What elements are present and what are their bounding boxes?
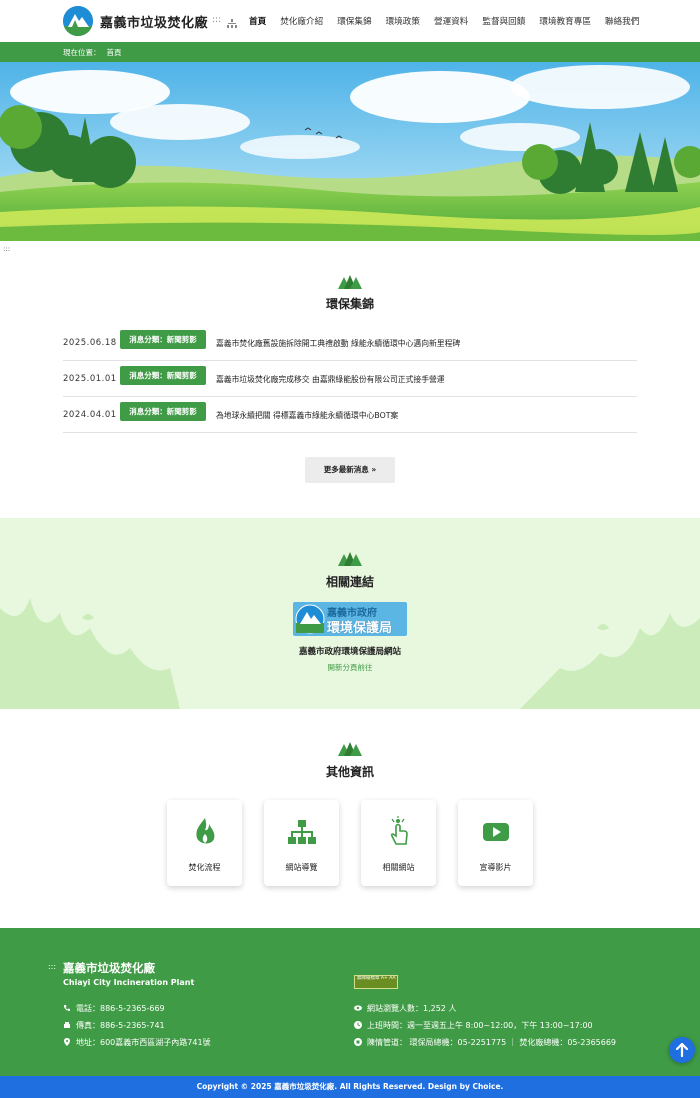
breadcrumb: 現在位置： 首頁 <box>63 47 128 58</box>
main-nav: 首頁 焚化廠介紹 環保集錦 環境政策 營運資料 監督與回饋 環境教育專區 聯絡我… <box>249 15 653 27</box>
epb-website-logo-link[interactable]: 嘉義市政府 環境保護局 <box>293 602 407 636</box>
footer-phone-text: 電話：886-5-2365-669 <box>76 1004 165 1013</box>
news-title-link[interactable]: 嘉義市焚化廠舊設施拆除開工典禮啟動 綠能永續循環中心邁向新里程碑 <box>216 338 460 349</box>
nav-env-education[interactable]: 環境教育專區 <box>539 15 591 27</box>
sitemap-icon <box>288 820 316 844</box>
news-section-title: 環保集錦 <box>325 297 374 311</box>
mountain-icon <box>338 275 362 289</box>
card-promo-videos[interactable]: 宣導影片 <box>458 800 533 886</box>
phone-circle-icon <box>354 1038 362 1046</box>
accesskey-footer[interactable]: ::: <box>48 962 56 971</box>
news-category-badge: 消息分類：新聞剪影 <box>120 330 206 349</box>
clock-icon <box>354 1021 362 1029</box>
nav-supervision-feedback[interactable]: 監督與回饋 <box>482 15 525 27</box>
nav-operation-data[interactable]: 營運資料 <box>434 15 468 27</box>
card-incineration-process[interactable]: 焚化流程 <box>167 800 242 886</box>
footer-hours: 上班時間：週一至週五上午 8:00~12:00，下午 13:00~17:00 <box>354 1020 593 1031</box>
eye-icon <box>354 1005 362 1011</box>
nav-plant-intro[interactable]: 焚化廠介紹 <box>280 15 323 27</box>
news-item[interactable]: 2025.06.18 消息分類：新聞剪影 嘉義市焚化廠舊設施拆除開工典禮啟動 綠… <box>63 325 637 361</box>
epb-logo-line2: 環境保護局 <box>327 621 393 636</box>
news-date: 2025.06.18 <box>63 338 117 348</box>
news-date: 2025.01.01 <box>63 374 117 384</box>
breadcrumb-bar: 現在位置： 首頁 <box>0 42 700 62</box>
card-label: 網站導覽 <box>285 863 318 872</box>
site-header: 嘉義市垃圾焚化廠 ::: 首頁 焚化廠介紹 環保集錦 環境政策 營運資料 監督與… <box>0 0 700 42</box>
nav-contact[interactable]: 聯絡我們 <box>605 15 639 27</box>
back-to-top-button[interactable] <box>669 1037 695 1063</box>
nav-eco-highlights[interactable]: 環保集錦 <box>337 15 371 27</box>
related-section-title: 相關連結 <box>325 575 374 589</box>
news-title-link[interactable]: 嘉義市垃圾焚化廠完成移交 由嘉鼎綠能股份有限公司正式接手營運 <box>216 374 445 385</box>
copyright-bar: Copyright © 2025 嘉義市垃圾焚化廠. All Rights Re… <box>0 1076 700 1098</box>
footer-phone: 電話：886-5-2365-669 <box>63 1003 165 1014</box>
news-title-link[interactable]: 為地球永續把關 得標嘉義市綠能永續循環中心BOT案 <box>216 410 398 421</box>
footer-fax-text: 傳真：886-5-2365-741 <box>76 1021 165 1030</box>
card-label: 相關網站 <box>382 863 415 872</box>
phone-icon <box>64 1005 70 1011</box>
nav-env-policy[interactable]: 環境政策 <box>386 15 420 27</box>
card-label: 焚化流程 <box>188 863 221 872</box>
epb-logo-icon <box>295 604 325 634</box>
footer-hours-text: 上班時間：週一至週五上午 8:00~12:00，下午 13:00~17:00 <box>367 1021 593 1030</box>
epb-link-note: 開新分頁前往 <box>327 663 373 672</box>
nav-home[interactable]: 首頁 <box>249 15 266 27</box>
footer-visitors: 網站瀏覽人數：1,252 人 <box>354 1003 456 1014</box>
epb-link-name[interactable]: 嘉義市政府環境保護局網站 <box>0 645 700 657</box>
sitemap-icon[interactable] <box>227 14 237 28</box>
breadcrumb-prefix: 現在位置： <box>63 48 101 57</box>
footer-fax: 傳真：886-5-2365-741 <box>63 1020 165 1031</box>
news-item[interactable]: 2024.04.01 消息分類：新聞剪影 為地球永續把關 得標嘉義市綠能永續循環… <box>63 397 637 433</box>
news-date: 2024.04.01 <box>63 410 117 420</box>
card-related-sites[interactable]: 相關網站 <box>361 800 436 886</box>
card-site-map[interactable]: 網站導覽 <box>264 800 339 886</box>
arrow-up-icon <box>675 1042 689 1058</box>
hero-banner <box>0 62 700 241</box>
touch-icon <box>390 816 408 845</box>
fax-icon <box>64 1022 70 1028</box>
footer-address: 地址：600嘉義市西區湖子內路741號 <box>63 1037 211 1048</box>
site-logo-icon[interactable] <box>63 6 93 36</box>
more-news-button[interactable]: 更多最新消息 » <box>305 457 395 483</box>
accessibility-badge[interactable]: 無障礙標章 A+ AA <box>354 975 398 989</box>
footer-complaint-text: 陳情管道： 環保局總機：05-2251775 ｜ 焚化廠總機：05-236566… <box>367 1038 617 1047</box>
accesskey-content[interactable]: ::: <box>3 245 10 253</box>
news-category-badge: 消息分類：新聞剪影 <box>120 366 206 385</box>
site-footer: ::: 嘉義市垃圾焚化廠 Chiayi City Incineration Pl… <box>0 928 700 1076</box>
other-info-section-title: 其他資訊 <box>325 765 374 779</box>
location-pin-icon <box>64 1038 70 1046</box>
footer-subtitle: Chiayi City Incineration Plant <box>63 978 195 987</box>
footer-address-text: 地址：600嘉義市西區湖子內路741號 <box>76 1038 211 1047</box>
footer-complaint: 陳情管道： 環保局總機：05-2251775 ｜ 焚化廠總機：05-236566… <box>354 1037 616 1048</box>
news-category-badge: 消息分類：新聞剪影 <box>120 402 206 421</box>
card-label: 宣導影片 <box>479 863 512 872</box>
flame-icon <box>196 818 215 844</box>
mountain-icon <box>338 552 362 566</box>
mountain-icon <box>338 742 362 756</box>
news-item[interactable]: 2025.01.01 消息分類：新聞剪影 嘉義市垃圾焚化廠完成移交 由嘉鼎綠能股… <box>63 361 637 397</box>
accesskey-header[interactable]: ::: <box>212 15 221 25</box>
site-title[interactable]: 嘉義市垃圾焚化廠 <box>100 12 208 31</box>
footer-title: 嘉義市垃圾焚化廠 <box>63 961 155 975</box>
video-play-icon <box>483 823 509 841</box>
breadcrumb-home-link[interactable]: 首頁 <box>107 48 122 57</box>
footer-visitors-text: 網站瀏覽人數：1,252 人 <box>367 1004 457 1013</box>
